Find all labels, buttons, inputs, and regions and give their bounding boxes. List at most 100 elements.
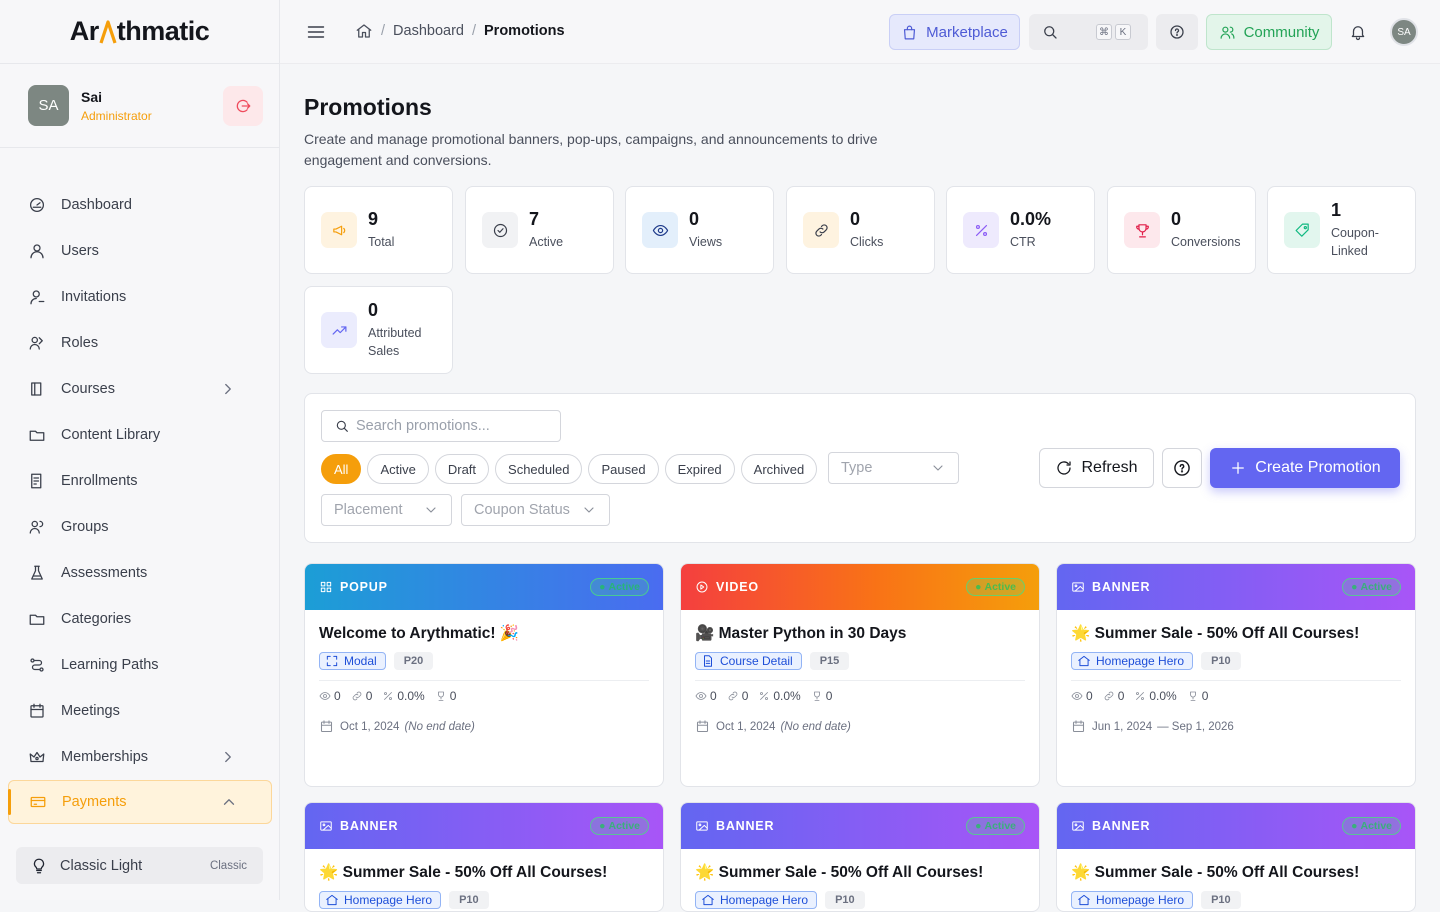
sidebar-item-courses[interactable]: Courses	[0, 366, 280, 412]
avatar[interactable]: SA	[28, 85, 69, 126]
search-placeholder: Search promotions...	[356, 418, 490, 434]
sidebar-item-roles[interactable]: Roles	[0, 320, 280, 366]
status-badge: ● Active	[966, 817, 1025, 835]
theme-label: Classic Light	[60, 857, 143, 874]
help-button[interactable]	[1156, 14, 1198, 50]
stat-label: Clicks	[850, 235, 884, 249]
sidebar-item-dashboard[interactable]: Dashboard	[0, 182, 280, 228]
stat-label: CTR	[1010, 235, 1036, 249]
sidebar-item-users[interactable]: Users	[0, 228, 280, 274]
eye-icon	[652, 224, 668, 236]
sidebar: Ar thmatic SA Sai Administrator Dashboard…	[0, 0, 280, 900]
stat-label: Total	[368, 235, 395, 249]
account-avatar[interactable]: SA	[1390, 18, 1418, 46]
image-icon	[320, 821, 332, 831]
sidebar-item-memberships[interactable]: Memberships	[0, 734, 280, 780]
stat-card-conversions: 0 Conversions	[1107, 186, 1256, 274]
percent-icon	[1136, 692, 1145, 700]
notifications-button[interactable]	[1346, 14, 1370, 50]
breadcrumb: / Dashboard / Promotions	[355, 22, 565, 40]
promotion-metrics: 0 0 0.0% 0	[1071, 689, 1401, 703]
coupon-status-select[interactable]: Coupon Status	[461, 494, 610, 526]
theme-switcher[interactable]: Classic Light Classic	[16, 847, 263, 884]
expand-icon	[326, 655, 338, 667]
sidebar-item-groups[interactable]: Groups	[0, 504, 280, 550]
refresh-label: Refresh	[1081, 459, 1138, 476]
filter-chip-draft[interactable]: Draft	[434, 454, 490, 484]
placement-select[interactable]: Placement	[321, 494, 452, 526]
promotion-card[interactable]: BANNER ● Active 🌟 Summer Sale - 50% Off Al…	[304, 802, 664, 912]
breadcrumb-dashboard[interactable]: Dashboard	[393, 23, 464, 39]
percent-icon	[975, 224, 987, 236]
sidebar-item-label: Groups	[61, 519, 109, 535]
search-icon	[336, 420, 348, 432]
stat-value: 0	[850, 209, 861, 229]
logout-button[interactable]	[223, 85, 263, 126]
filter-chip-archived[interactable]: Archived	[740, 454, 818, 484]
calendar-small-icon	[696, 720, 709, 733]
sidebar-item-label: Dashboard	[61, 197, 132, 213]
crown-icon	[29, 751, 45, 763]
promotion-card[interactable]: POPUP ● Active Welcome to Arythmatic! 🎉 Mod…	[304, 563, 664, 787]
sidebar-item-enrollments[interactable]: Enrollments	[0, 458, 280, 504]
refresh-button[interactable]: Refresh	[1039, 448, 1154, 488]
app-logo[interactable]: Ar thmatic	[0, 0, 279, 64]
trophy-icon	[1135, 223, 1149, 237]
check-circle-icon	[493, 223, 507, 237]
create-promotion-button[interactable]: Create Promotion	[1210, 448, 1400, 488]
promotions-help-button[interactable]	[1162, 448, 1202, 488]
promotion-card[interactable]: BANNER ● Active 🌟 Summer Sale - 50% Off Al…	[1056, 802, 1416, 912]
filter-chip-all[interactable]: All	[321, 454, 362, 484]
chevron-right-icon	[225, 751, 231, 763]
sidebar-item-content-library[interactable]: Content Library	[0, 412, 280, 458]
home-icon	[1078, 655, 1090, 667]
search-input[interactable]: Search promotions...	[321, 410, 561, 442]
marketplace-label: Marketplace	[926, 23, 1008, 41]
type-select[interactable]: Type	[828, 452, 959, 484]
placement-tag: Modal	[319, 652, 386, 670]
marketplace-button[interactable]: Marketplace	[889, 14, 1020, 50]
create-promotion-label: Create Promotion	[1255, 459, 1381, 476]
promotion-title: 🎥 Master Python in 30 Days	[695, 625, 907, 642]
community-button[interactable]: Community	[1206, 14, 1332, 50]
promotion-dates: Oct 1, 2024 (No end date)	[319, 719, 649, 734]
chevron-up-icon	[223, 799, 235, 805]
priority-badge: P15	[809, 652, 850, 670]
calendar-icon	[30, 703, 44, 718]
placement-tag: Homepage Hero	[695, 891, 818, 909]
filter-chip-expired[interactable]: Expired	[664, 454, 735, 484]
sidebar-item-categories[interactable]: Categories	[0, 596, 280, 642]
sidebar-item-invitations[interactable]: Invitations	[0, 274, 280, 320]
stat-icon	[963, 212, 999, 248]
sidebar-item-meetings[interactable]: Meetings	[0, 688, 280, 734]
end-date: (No end date)	[780, 720, 851, 733]
sidebar-item-payments[interactable]: Payments	[8, 780, 272, 824]
community-icon	[1220, 26, 1235, 39]
promotion-card[interactable]: VIDEO ● Active 🎥 Master Python in 30 Days C…	[680, 563, 1040, 787]
filters-panel: Search promotions... All Active Draft Sched…	[304, 393, 1416, 543]
promotion-card[interactable]: BANNER ● Active 🌟 Summer Sale - 50% Off Al…	[1056, 563, 1416, 787]
home-icon	[326, 894, 338, 906]
filter-chip-scheduled[interactable]: Scheduled	[495, 454, 583, 484]
promotion-card[interactable]: BANNER ● Active 🌟 Summer Sale - 50% Off Al…	[680, 802, 1040, 912]
filter-chip-active[interactable]: Active	[367, 454, 429, 484]
sidebar-item-assessments[interactable]: Assessments	[0, 550, 280, 596]
link-icon	[352, 691, 361, 701]
sidebar-item-learning-paths[interactable]: Learning Paths	[0, 642, 280, 688]
stat-card-ctr: 0.0% CTR	[946, 186, 1095, 274]
views-count: 0	[1086, 689, 1093, 703]
calendar-small-icon	[1072, 720, 1085, 733]
filter-chip-paused[interactable]: Paused	[588, 454, 659, 484]
stat-card-clicks: 0 Clicks	[786, 186, 935, 274]
status-badge: ● Active	[1342, 817, 1401, 835]
start-date: Jun 1, 2024	[1092, 720, 1153, 733]
eye-icon	[1071, 692, 1083, 700]
menu-toggle-button[interactable]	[306, 22, 326, 42]
global-search-button[interactable]: ⌘ K	[1029, 14, 1148, 50]
sidebar-item-label: Assessments	[61, 565, 148, 581]
ctr-value: 0.0%	[773, 689, 801, 703]
image-icon	[696, 821, 708, 831]
promotion-card-header: VIDEO ● Active	[681, 564, 1039, 610]
home-link[interactable]	[355, 22, 373, 40]
promotion-type: BANNER	[1092, 580, 1151, 594]
